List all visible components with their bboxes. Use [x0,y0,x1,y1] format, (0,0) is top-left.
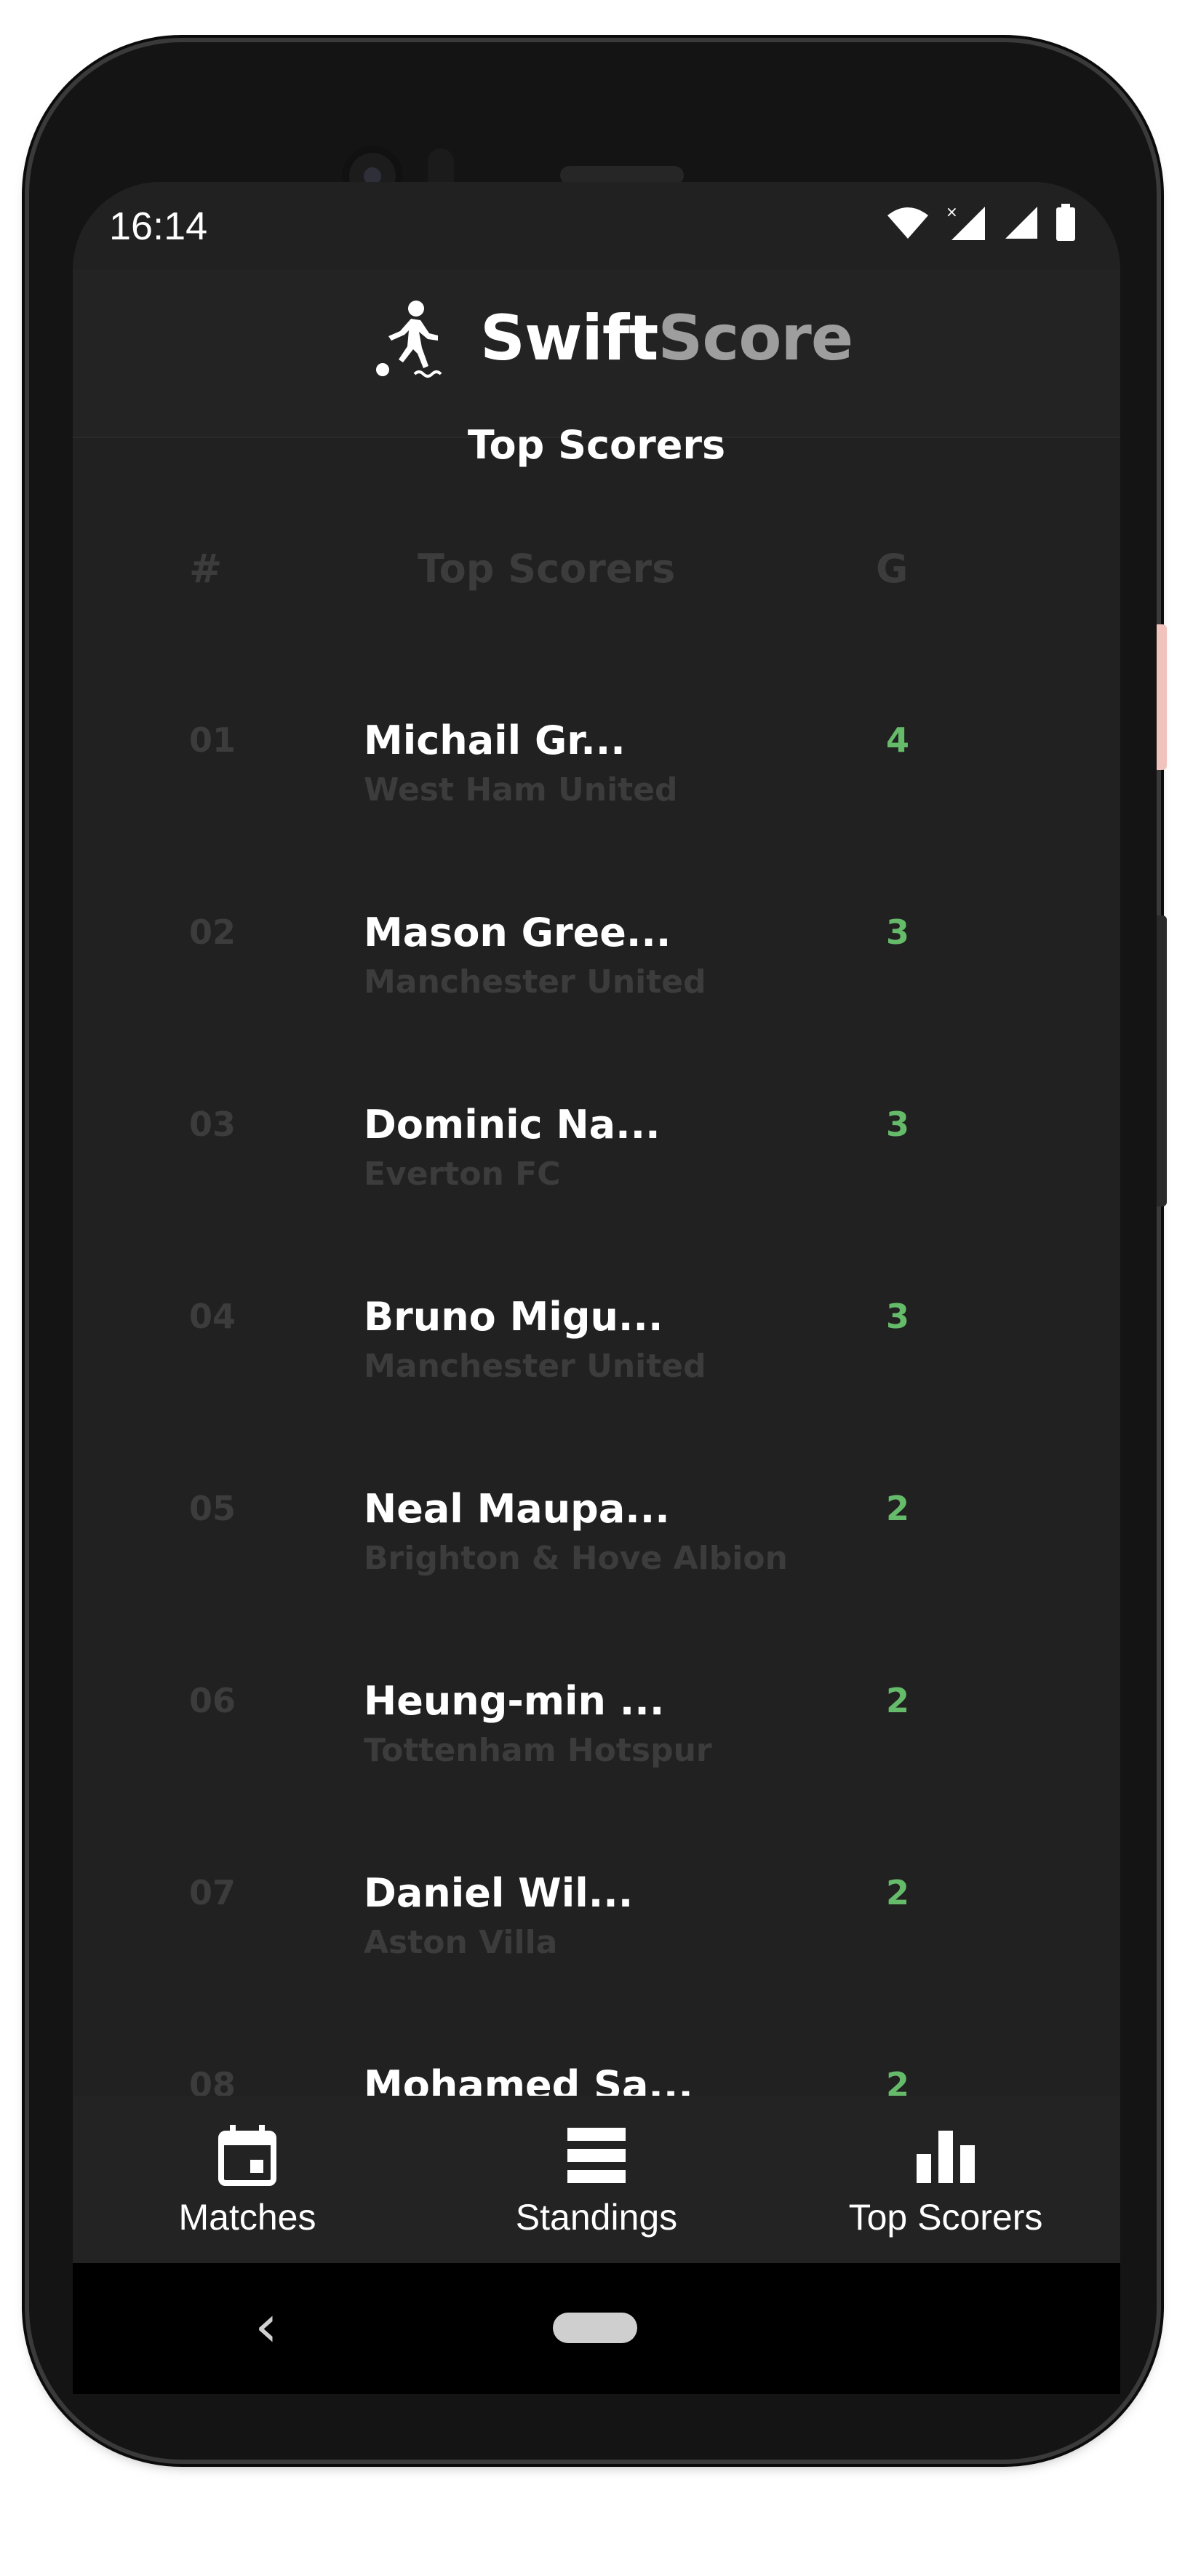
app-title-part1: Swift [480,302,658,375]
team-name: West Ham United [364,771,678,808]
wifi-icon [887,207,928,239]
back-button[interactable]: ‹ [255,2292,278,2360]
battery-icon [1056,204,1075,241]
nav-label-matches: Matches [178,2197,316,2238]
column-header-player: Top Scorers [418,546,676,592]
list-item[interactable]: 04 Bruno Migu... Manchester United 3 [73,1294,1120,1489]
player-name: Neal Maupa... [364,1486,670,1532]
side-button-volume [1157,915,1167,1206]
list-item[interactable]: 01 Michail Gr... West Ham United 4 [73,717,1120,913]
nav-label-top-scorers: Top Scorers [848,2197,1043,2238]
cellular-signal-no-data-icon: × [946,204,985,240]
rank-number: 01 [189,720,236,760]
goals-count: 3 [886,913,910,952]
home-button[interactable] [553,2313,637,2343]
app-title: SwiftScore [480,302,853,375]
rank-number: 04 [189,1297,236,1336]
rank-number: 07 [189,1873,236,1912]
side-button-power [1157,624,1167,770]
list-item[interactable]: 06 Heung-min ... Tottenham Hotspur 2 [73,1678,1120,1873]
team-name: Manchester United [364,963,706,1001]
goals-count: 3 [886,1105,910,1144]
team-name: Manchester United [364,1348,706,1385]
goals-count: 3 [886,1297,910,1336]
player-name: Bruno Migu... [364,1294,663,1340]
status-icons: × [886,204,1077,242]
bar-chart-icon [917,2131,975,2183]
column-header-rank: # [189,546,223,592]
rank-number: 02 [189,913,236,952]
team-name: Everton FC [364,1156,561,1193]
status-time: 16:14 [109,204,208,248]
team-name: Tottenham Hotspur [364,1732,712,1769]
top-scorers-list[interactable]: 01 Michail Gr... West Ham United 4 02 Ma… [73,589,1120,2270]
rank-number: 06 [189,1681,236,1720]
cellular-signal-icon [1005,207,1037,239]
player-name: Dominic Na... [364,1102,661,1148]
nav-item-top-scorers[interactable]: Top Scorers [800,2125,1091,2238]
list-item[interactable]: 05 Neal Maupa... Brighton & Hove Albion … [73,1486,1120,1681]
app-logo: SwiftScore [371,298,853,378]
rank-number: 03 [189,1105,236,1144]
calendar-icon [218,2125,276,2186]
column-header-goals: G [876,546,909,592]
list-item[interactable]: 07 Daniel Wil... Aston Villa 2 [73,1870,1120,2065]
team-name: Brighton & Hove Albion [364,1540,788,1577]
bottom-navigation: Matches Standings Top Scorers [73,2096,1120,2263]
team-name: Aston Villa [364,1924,558,1961]
app-screen: 16:14 × SwiftScore Top Scorers # Top Sco… [73,182,1120,2394]
nav-item-matches[interactable]: Matches [102,2125,393,2238]
goals-count: 2 [886,1873,910,1912]
footballer-logo-icon [376,301,442,378]
player-name: Michail Gr... [364,717,626,763]
app-header: SwiftScore [73,269,1120,438]
player-name: Heung-min ... [364,1678,665,1724]
page-title: Top Scorers [467,422,726,468]
goals-count: 4 [886,720,910,760]
status-bar: 16:14 × [73,182,1120,269]
rank-number: 05 [189,1489,236,1528]
list-icon [567,2128,626,2183]
player-name: Daniel Wil... [364,1870,634,1916]
nav-label-standings: Standings [515,2197,678,2238]
player-name: Mason Gree... [364,910,671,955]
nav-item-standings[interactable]: Standings [451,2125,742,2238]
svg-text:×: × [946,204,958,220]
list-item[interactable]: 03 Dominic Na... Everton FC 3 [73,1102,1120,1297]
goals-count: 2 [886,1681,910,1720]
app-title-part2: Score [658,302,853,375]
list-item[interactable]: 02 Mason Gree... Manchester United 3 [73,910,1120,1105]
goals-count: 2 [886,1489,910,1528]
system-navigation-bar: ‹ [73,2263,1120,2394]
